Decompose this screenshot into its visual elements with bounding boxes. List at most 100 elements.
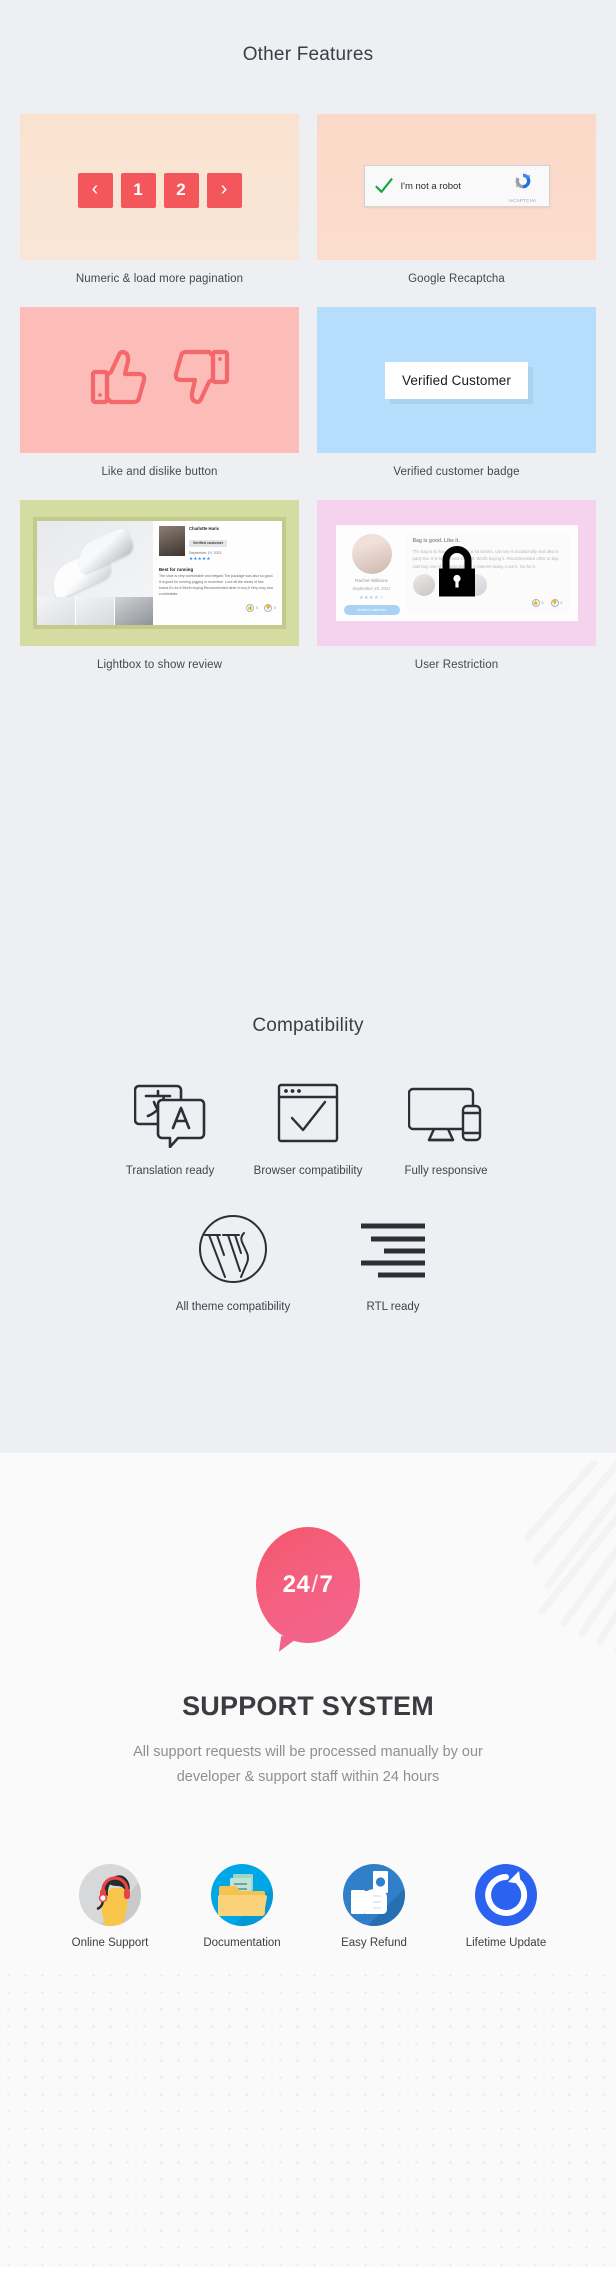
support-items-row: Online Support Documentation Easy Refund… <box>0 1863 616 1949</box>
avatar <box>351 534 392 574</box>
feature-grid: ‹ 1 2 › Numeric & load more pagination I… <box>0 114 616 671</box>
green-check-icon <box>374 176 394 196</box>
thumbnail[interactable] <box>37 597 75 625</box>
compat-label: Translation ready <box>125 1165 215 1177</box>
compatibility-title: Compatibility <box>252 1015 364 1036</box>
compat-item-fully-responsive: Fully responsive <box>377 1071 515 1177</box>
feature-caption: Google Recaptcha <box>408 273 505 285</box>
compatibility-section: Compatibility Translation ready Browser … <box>0 975 616 1453</box>
support-description: All support requests will be processed m… <box>133 1744 483 1785</box>
thumbs-down-icon: 👎 <box>264 603 272 612</box>
recaptcha-widget[interactable]: I'm not a robot reCAPTCHA <box>363 165 550 207</box>
reviewer-name: Rachel Williams <box>355 578 388 583</box>
feature-card-recaptcha: I'm not a robot reCAPTCHA Google Recaptc… <box>317 114 596 285</box>
support-item-online-support[interactable]: Online Support <box>61 1863 159 1949</box>
lock-icon <box>434 545 480 604</box>
pagination-page-2-button[interactable]: 2 <box>163 172 199 208</box>
dislike-count: 0 <box>274 605 276 610</box>
status-badge: Verified customer <box>189 539 228 547</box>
status-badge: Verified customer <box>343 604 400 615</box>
wordpress-icon <box>148 1207 318 1291</box>
verified-badge-art: Verified Customer <box>317 307 596 453</box>
thumbnail[interactable] <box>115 597 153 625</box>
feature-card-pagination: ‹ 1 2 › Numeric & load more pagination <box>20 114 299 285</box>
bubble-slash: / <box>311 1571 319 1598</box>
browser-check-icon <box>239 1071 377 1155</box>
pagination-page-1-button[interactable]: 1 <box>120 172 156 208</box>
compat-label: Browser compatibility <box>253 1165 363 1177</box>
compat-item-translation-ready: Translation ready <box>101 1071 239 1177</box>
dislike-button[interactable]: 👎 0 <box>550 599 563 608</box>
support-system-section: 24/7 SUPPORT SYSTEM All support requests… <box>0 1453 616 2267</box>
bubble-hours: 24 <box>282 1571 311 1598</box>
dislike-count: 0 <box>560 601 563 606</box>
thumbs-down-icon: 👎 <box>550 599 559 608</box>
restricted-review-card: Rachel Williams September 19, 2021 ★★★★☆… <box>335 525 578 621</box>
feature-card-like-dislike: Like and dislike button <box>20 307 299 478</box>
review-image[interactable] <box>412 574 435 597</box>
support-item-easy-refund[interactable]: Easy Refund <box>325 1863 423 1949</box>
review-title: Best for running <box>159 567 194 572</box>
rating-stars: ★★★★★ <box>189 556 211 561</box>
feature-card-verified-badge: Verified Customer Verified customer badg… <box>317 307 596 478</box>
review-date: September 19, 2021 <box>352 586 391 591</box>
compatibility-row-1: Translation ready Browser compatibility <box>0 1071 616 1177</box>
like-count: 0 <box>256 605 258 610</box>
feature-caption: Numeric & load more pagination <box>75 273 244 285</box>
thumbs-up-icon: 👍 <box>531 599 540 608</box>
support-badge-wrap: 24/7 <box>0 1527 616 1643</box>
user-restriction-art: Rachel Williams September 19, 2021 ★★★★☆… <box>317 500 596 646</box>
feature-caption: Like and dislike button <box>101 466 218 478</box>
avatar <box>159 526 185 556</box>
pagination-prev-button[interactable]: ‹ <box>77 172 113 208</box>
like-count: 0 <box>541 601 544 606</box>
dot-pattern-background <box>0 1967 616 2267</box>
compat-item-all-theme-compatibility: All theme compatibility <box>148 1207 318 1313</box>
folder-document-icon <box>211 1863 273 1926</box>
lightbox-art: Charlotte Haris Verified customer Septem… <box>20 500 299 646</box>
status-badge: Verified Customer <box>385 361 528 399</box>
rtl-align-icon <box>318 1207 468 1291</box>
recaptcha-label: I'm not a robot <box>400 180 461 192</box>
thumbs-down-icon <box>165 348 231 413</box>
pagination-control[interactable]: ‹ 1 2 › <box>77 172 242 208</box>
lightbox-gallery <box>37 521 153 625</box>
pagination-art: ‹ 1 2 › <box>20 114 299 260</box>
thumbs-up-icon: 👍 <box>246 603 254 612</box>
product-photo[interactable] <box>37 521 153 601</box>
thumbnail[interactable] <box>76 597 114 625</box>
monitor-mobile-icon <box>377 1071 515 1155</box>
support-item-label: Easy Refund <box>341 1936 407 1949</box>
lightbox-review-body: Charlotte Haris Verified customer Septem… <box>153 521 282 625</box>
compat-item-rtl-ready: RTL ready <box>318 1207 468 1313</box>
compatibility-row-2: All theme compatibility RTL ready <box>0 1207 616 1313</box>
hand-money-icon <box>343 1863 405 1926</box>
bubble-days: 7 <box>319 1571 334 1598</box>
thumbs-up-icon <box>89 348 155 413</box>
translate-icon <box>101 1071 239 1155</box>
recaptcha-brand-text: reCAPTCHA <box>508 197 537 203</box>
pagination-next-button[interactable]: › <box>206 172 242 208</box>
support-item-documentation[interactable]: Documentation <box>193 1863 291 1949</box>
feature-caption: Lightbox to show review <box>96 659 223 671</box>
compat-label: Fully responsive <box>404 1165 488 1177</box>
recaptcha-logo: reCAPTCHA <box>506 170 540 203</box>
support-24-7-bubble: 24/7 <box>256 1527 360 1643</box>
reviewer-name: Charlotte Haris <box>189 526 220 531</box>
like-button[interactable]: 👍 0 <box>246 603 258 612</box>
thumbnail-strip[interactable] <box>37 597 153 625</box>
compat-label: All theme compatibility <box>175 1301 291 1313</box>
feature-caption: User Restriction <box>414 659 499 671</box>
compat-label: RTL ready <box>366 1301 420 1313</box>
review-date: September 19, 2021 <box>189 551 222 555</box>
recaptcha-art: I'm not a robot reCAPTCHA <box>317 114 596 260</box>
like-button[interactable]: 👍 0 <box>531 599 544 608</box>
lightbox-window: Charlotte Haris Verified customer Septem… <box>33 517 286 629</box>
like-dislike-art <box>20 307 299 453</box>
support-item-lifetime-update[interactable]: Lifetime Update <box>457 1863 555 1949</box>
dislike-button[interactable]: 👎 0 <box>264 603 276 612</box>
review-text: The shoe is very comfortable and elegant… <box>159 574 274 596</box>
feature-caption: Verified customer badge <box>393 466 520 478</box>
support-title: SUPPORT SYSTEM <box>182 1691 434 1721</box>
support-item-label: Online Support <box>71 1936 149 1949</box>
